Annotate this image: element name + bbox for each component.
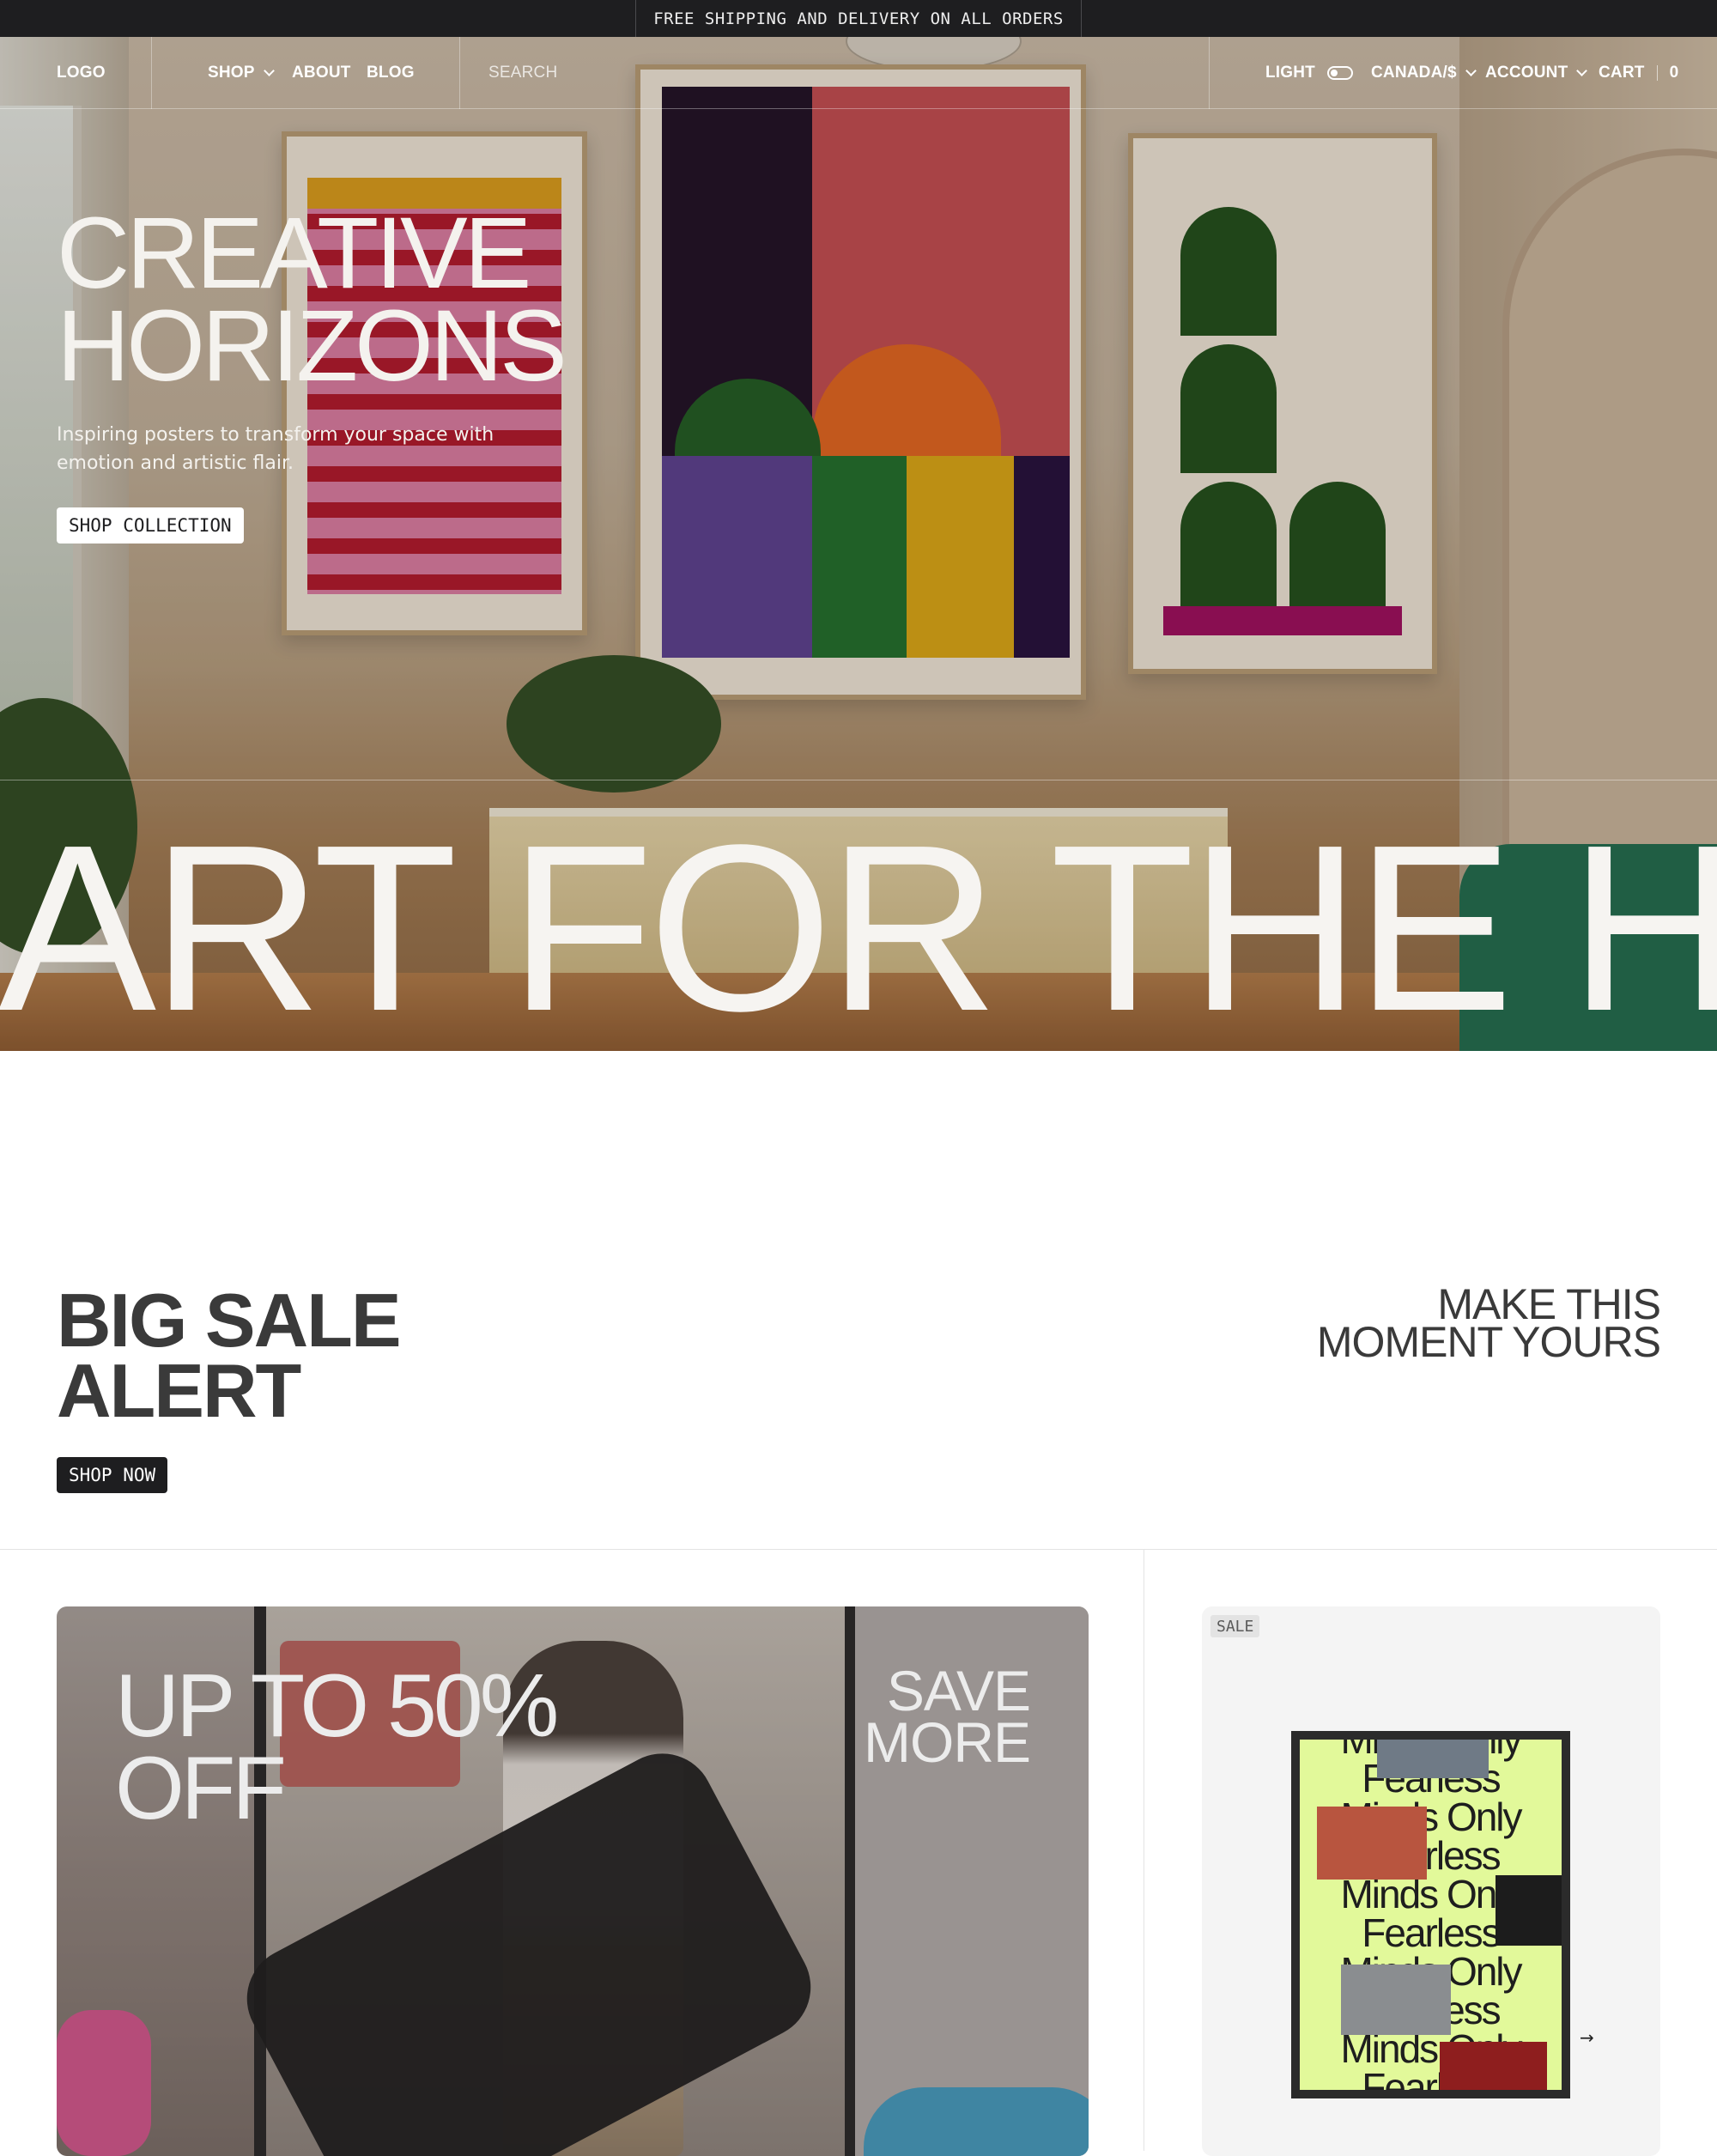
promo-side-line2: MORE (864, 1710, 1031, 1774)
chevron-down-icon (263, 64, 275, 76)
poster-photo (1496, 1875, 1562, 1946)
toggle-switch-icon (1327, 66, 1353, 80)
account-menu[interactable]: ACCOUNT (1485, 37, 1588, 109)
cart-label: CART (1599, 64, 1645, 82)
announcement-text: FREE SHIPPING AND DELIVERY ON ALL ORDERS (635, 0, 1082, 37)
hero-marquee: ART FOR THE HEA (0, 796, 1717, 1051)
arrow-right-icon[interactable]: → (1580, 2027, 1594, 2048)
account-label: ACCOUNT (1485, 64, 1568, 82)
poster-photo (1440, 2042, 1547, 2090)
announcement-bar: FREE SHIPPING AND DELIVERY ON ALL ORDERS (0, 0, 1717, 37)
nav-item-shop[interactable]: SHOP (208, 37, 275, 109)
cart-button[interactable]: CART 0 (1599, 37, 1678, 109)
hero-subtitle: Inspiring posters to transform your spac… (57, 424, 494, 474)
promo-title: UP TO 50% OFF (115, 1661, 559, 1833)
sale-badge: SALE (1210, 1615, 1260, 1637)
promo-side-text: SAVE MORE (864, 1662, 1031, 1770)
nav-item-about[interactable]: ABOUT (292, 37, 351, 109)
product-card[interactable]: SALE Minds Only Fearless Minds Only Fear… (1202, 1606, 1660, 2156)
theme-toggle[interactable]: LIGHT (1265, 37, 1353, 109)
sale-tagline: MAKE THIS MOMENT YOURS (1317, 1283, 1661, 1363)
theme-toggle-label: LIGHT (1265, 64, 1315, 82)
poster-photo (1341, 1965, 1451, 2035)
locale-selector[interactable]: CANADA/$ (1371, 37, 1477, 109)
main-nav: LOGO SHOP ABOUT BLOG SEARCH LIGHT CANADA… (0, 37, 1717, 109)
nav-item-blog[interactable]: BLOG (367, 37, 415, 109)
hero-title: CREATIVE HORIZONS (57, 203, 567, 397)
logo[interactable]: LOGO (57, 37, 106, 109)
search-input[interactable]: SEARCH (488, 37, 1192, 109)
poster-photo (1317, 1807, 1427, 1880)
sale-tagline-line2: MOMENT YOURS (1316, 1318, 1661, 1366)
chevron-down-icon (1465, 64, 1477, 76)
sale-title-line2: ALERT (57, 1348, 301, 1433)
section-divider (0, 1549, 1717, 1550)
poster-photo (1377, 1740, 1489, 1778)
hero-title-line2: HORIZONS (57, 289, 567, 403)
promo-banner[interactable]: UP TO 50% OFF SAVE MORE (57, 1606, 1089, 2156)
chevron-down-icon (1576, 64, 1588, 76)
promo-title-line2: OFF (115, 1739, 287, 1838)
locale-label: CANADA/$ (1371, 64, 1457, 82)
product-poster-image[interactable]: Minds Only Fearless Minds Only Fearless … (1291, 1731, 1570, 2098)
nav-item-shop-label: SHOP (208, 64, 255, 82)
shop-now-button[interactable]: SHOP NOW (57, 1457, 168, 1493)
sale-title: BIG SALE ALERT (57, 1283, 402, 1429)
cart-count: 0 (1669, 64, 1679, 82)
shop-collection-button[interactable]: SHOP COLLECTION (57, 507, 244, 544)
hero-section: CREATIVE HORIZONS Inspiring posters to t… (0, 37, 1717, 1051)
